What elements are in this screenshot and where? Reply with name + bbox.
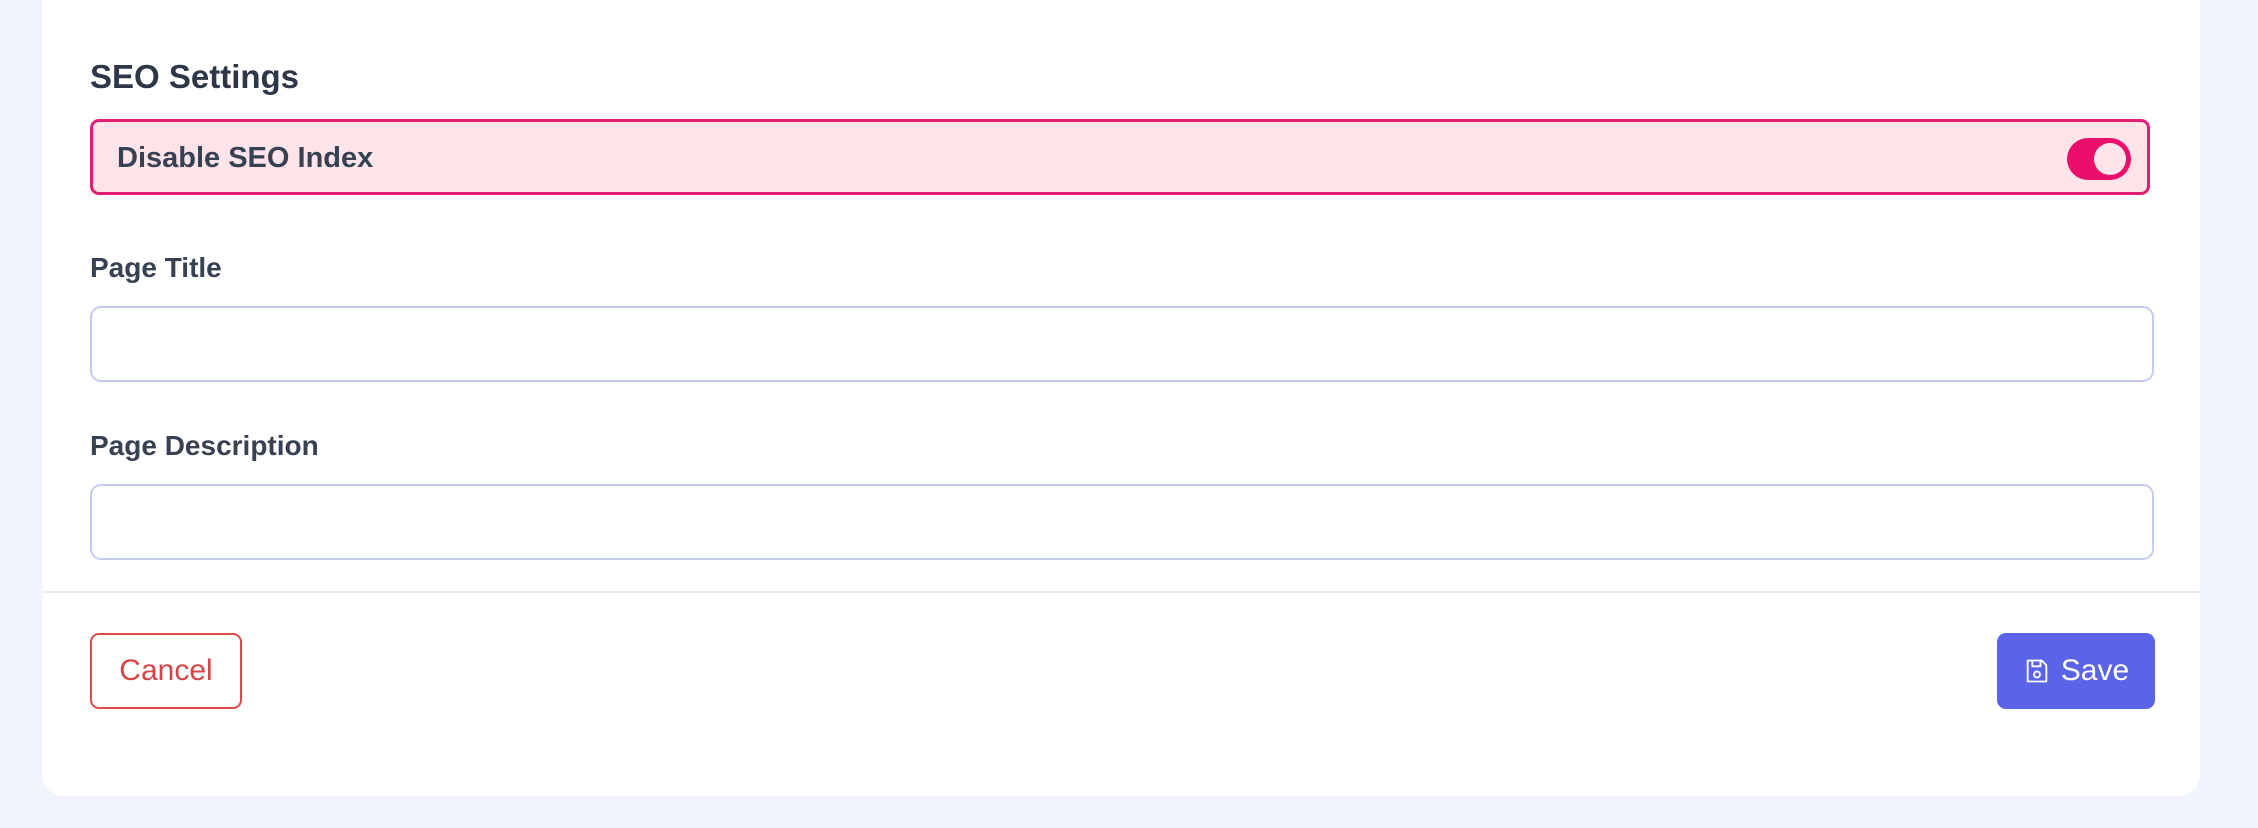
disable-seo-index-label: Disable SEO Index [117,142,374,174]
seo-settings-card: SEO Settings Disable SEO Index Page Titl… [42,0,2200,796]
floppy-disk-icon [2023,657,2051,685]
disable-seo-index-toggle[interactable] [2067,138,2131,180]
footer-divider [42,591,2200,593]
page-title-label: Page Title [90,252,222,283]
page-title-input[interactable] [90,306,2154,382]
page-description-input[interactable] [90,484,2154,560]
save-button-label: Save [2060,654,2130,687]
section-title: SEO Settings [90,58,300,95]
disable-seo-index-row[interactable]: Disable SEO Index [90,119,2150,195]
cancel-button[interactable]: Cancel [90,633,242,709]
save-button[interactable]: Save [1997,633,2155,709]
toggle-knob [2094,143,2126,175]
page-description-label: Page Description [90,430,319,461]
cancel-button-label: Cancel [119,654,213,687]
